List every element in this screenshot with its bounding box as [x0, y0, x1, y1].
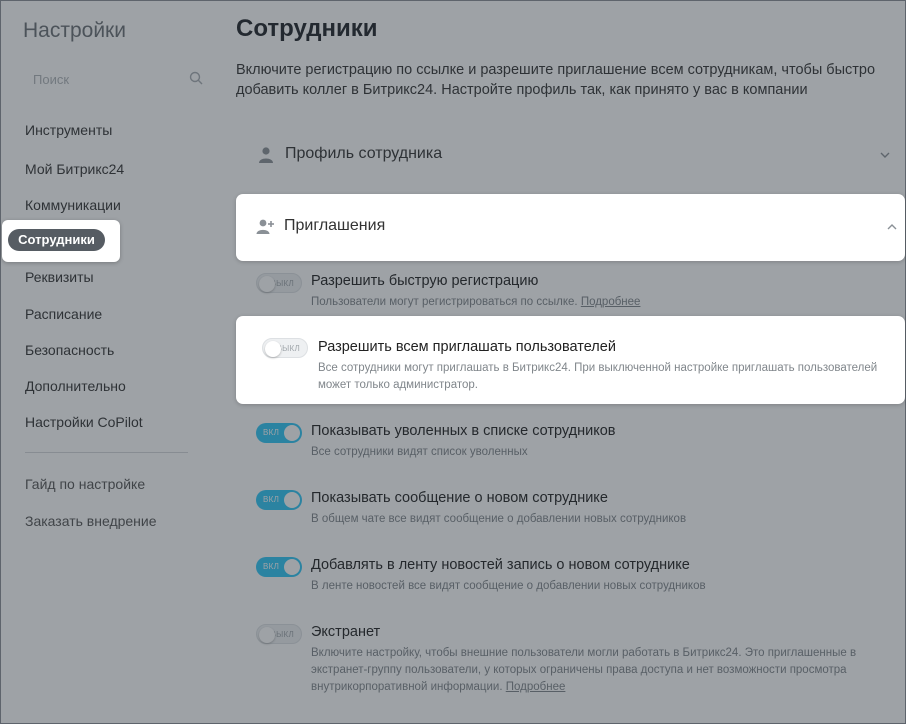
setting-description: Все сотрудники видят список уволенных — [311, 446, 528, 458]
toggle-state-label: ВКЛ — [263, 495, 280, 504]
sidebar-item-tools[interactable]: Инструменты — [25, 122, 112, 138]
setting-title: Разрешить всем приглашать пользователей — [318, 339, 616, 355]
toggle-state-label: ВКЛ — [263, 562, 280, 571]
sidebar-item-schedule[interactable]: Расписание — [25, 306, 102, 322]
show-fired-toggle[interactable]: ВКЛ — [256, 423, 302, 443]
fast-registration-toggle[interactable]: ВЫКЛ — [256, 273, 302, 293]
setting-title: Разрешить быструю регистрацию — [311, 273, 539, 289]
setting-description: Включите настройку, чтобы внешние пользо… — [311, 645, 871, 696]
person-add-icon — [256, 219, 274, 234]
setting-title: Экстранет — [311, 624, 381, 640]
sidebar-item-order-implementation[interactable]: Заказать внедрение — [25, 513, 157, 529]
search-icon[interactable] — [189, 71, 203, 85]
sidebar: Настройки Поиск Инструменты Мой Битрикс2… — [1, 1, 221, 723]
sidebar-item-additional[interactable]: Дополнительно — [25, 378, 126, 394]
search-input[interactable]: Поиск — [33, 72, 69, 87]
section-title: Приглашения — [284, 217, 386, 234]
sidebar-item-communications[interactable]: Коммуникации — [25, 197, 121, 213]
page-description: Включите регистрацию по ссылке и разреши… — [236, 62, 876, 98]
section-invitations[interactable]: Приглашения — [236, 194, 905, 261]
sidebar-item-employees-highlight[interactable]: Сотрудники — [2, 220, 120, 262]
person-icon — [259, 147, 273, 163]
sidebar-title: Настройки — [23, 19, 126, 42]
chevron-down-icon[interactable] — [880, 150, 890, 160]
sidebar-item-setup-guide[interactable]: Гайд по настройке — [25, 476, 145, 492]
sidebar-item-my-bitrix24[interactable]: Мой Битрикс24 — [25, 161, 124, 177]
toggle-knob — [259, 276, 275, 292]
setting-title: Добавлять в ленту новостей запись о ново… — [311, 557, 690, 573]
new-employee-message-toggle[interactable]: ВКЛ — [256, 490, 302, 510]
toggle-knob — [284, 425, 300, 441]
toggle-knob — [265, 341, 281, 357]
setting-desc-text: Включите настройку, чтобы внешние пользо… — [311, 647, 857, 693]
learn-more-link[interactable]: Подробнее — [581, 296, 641, 308]
sidebar-item-employees[interactable]: Сотрудники — [8, 229, 105, 251]
sidebar-item-security[interactable]: Безопасность — [25, 342, 114, 358]
sidebar-item-requisites[interactable]: Реквизиты — [25, 269, 94, 285]
setting-desc-text: Пользователи могут регистрироваться по с… — [311, 296, 578, 308]
setting-description: Пользователи могут регистрироваться по с… — [311, 294, 871, 311]
toggle-state-label: ВКЛ — [263, 428, 280, 437]
search-field[interactable]: Поиск — [18, 60, 219, 98]
toggle-knob — [284, 559, 300, 575]
setting-title: Показывать уволенных в списке сотруднико… — [311, 423, 616, 439]
section-employee-profile[interactable]: Профиль сотрудника — [237, 126, 905, 186]
setting-description: В ленте новостей все видят сообщение о д… — [311, 580, 706, 592]
allow-all-invite-toggle[interactable]: ВЫКЛ — [262, 338, 308, 358]
extranet-toggle[interactable]: ВЫКЛ — [256, 624, 302, 644]
sidebar-divider — [25, 452, 188, 453]
news-feed-post-toggle[interactable]: ВКЛ — [256, 557, 302, 577]
toggle-knob — [259, 627, 275, 643]
setting-title: Показывать сообщение о новом сотруднике — [311, 490, 608, 506]
chevron-up-icon[interactable] — [887, 222, 897, 232]
setting-allow-all-invite: ВЫКЛ Разрешить всем приглашать пользоват… — [236, 316, 905, 404]
setting-description: В общем чате все видят сообщение о добав… — [311, 513, 687, 525]
setting-description: Все сотрудники могут приглашать в Битрик… — [318, 362, 878, 391]
sidebar-item-copilot[interactable]: Настройки CoPilot — [25, 414, 143, 430]
toggle-knob — [284, 492, 300, 508]
section-title: Профиль сотрудника — [285, 145, 443, 162]
page-title: Сотрудники — [236, 15, 378, 42]
learn-more-link[interactable]: Подробнее — [506, 681, 566, 693]
